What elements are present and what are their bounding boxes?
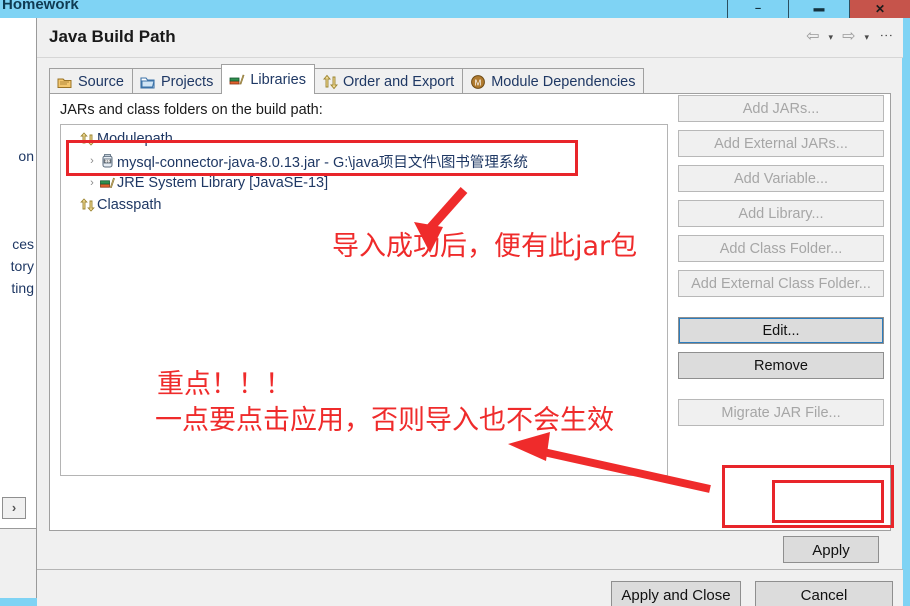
page-title: Java Build Path bbox=[49, 27, 176, 46]
forward-arrow-icon[interactable]: ⇨ bbox=[841, 29, 856, 45]
dialog-footer: Apply and Close Cancel bbox=[37, 570, 903, 606]
jar-file-icon: 010 bbox=[99, 153, 117, 169]
left-panel-fragment: ces bbox=[12, 236, 34, 252]
add-external-jars-button[interactable]: Add External JARs... bbox=[678, 130, 884, 157]
background-left-panel: on ces tory ting › bbox=[0, 18, 37, 528]
background-right-accent bbox=[902, 18, 910, 598]
jre-library-icon bbox=[99, 175, 117, 191]
close-button[interactable]: ✕ bbox=[849, 0, 910, 18]
tab-order-and-export-label: Order and Export bbox=[342, 73, 455, 90]
tree-row[interactable]: Classpath bbox=[65, 194, 161, 216]
classpath-icon bbox=[79, 197, 97, 213]
add-class-folder-button[interactable]: Add Class Folder... bbox=[678, 235, 884, 262]
tree-row[interactable]: › JRE System Library [JavaSE-13] bbox=[85, 172, 328, 194]
back-arrow-icon[interactable]: ⇦ bbox=[805, 29, 820, 45]
dialog-header: Java Build Path ⇦ ▾ ⇨ ▾ ⋮ bbox=[37, 18, 903, 58]
minimize-button[interactable]: – bbox=[727, 0, 788, 18]
maximize-button[interactable]: ▬ bbox=[788, 0, 849, 18]
left-panel-fragment: ting bbox=[11, 280, 34, 296]
tab-source-label: Source bbox=[78, 73, 124, 90]
libraries-books-icon bbox=[229, 72, 245, 88]
button-group-divider bbox=[678, 305, 890, 317]
remove-button[interactable]: Remove bbox=[678, 352, 884, 379]
forward-dropdown-caret-icon[interactable]: ▾ bbox=[860, 32, 873, 42]
ide-title-bar: Homework – ▬ ✕ bbox=[0, 0, 910, 18]
ide-window-title: Homework bbox=[2, 0, 79, 13]
tab-libraries-label: Libraries bbox=[250, 71, 306, 88]
tab-projects[interactable]: Projects bbox=[131, 68, 223, 94]
chevron-down-icon[interactable]: ⌄ bbox=[65, 133, 79, 146]
migrate-jar-file-button[interactable]: Migrate JAR File... bbox=[678, 399, 884, 426]
maximize-icon: ▬ bbox=[813, 2, 825, 15]
window-controls: – ▬ ✕ bbox=[727, 0, 910, 18]
project-folder-icon bbox=[140, 74, 156, 90]
tree-row-label: JRE System Library [JavaSE-13] bbox=[117, 175, 329, 191]
left-panel-fragment: tory bbox=[10, 258, 34, 274]
close-icon: ✕ bbox=[874, 2, 886, 16]
source-folder-icon bbox=[57, 74, 73, 90]
button-group-divider bbox=[678, 387, 890, 399]
add-library-button[interactable]: Add Library... bbox=[678, 200, 884, 227]
chevron-right-icon[interactable]: › bbox=[85, 177, 99, 189]
tab-strip: Source Projects Libraries Order and Expo… bbox=[49, 64, 645, 94]
tree-row[interactable]: ⌄ Modulepath bbox=[65, 128, 173, 150]
back-dropdown-caret-icon[interactable]: ▾ bbox=[825, 32, 838, 42]
overflow-menu-icon[interactable]: ⋮ bbox=[879, 29, 894, 42]
tab-libraries[interactable]: Libraries bbox=[221, 64, 315, 94]
apply-button[interactable]: Apply bbox=[783, 536, 879, 563]
apply-row: Apply bbox=[49, 531, 891, 569]
tab-projects-label: Projects bbox=[160, 73, 214, 90]
tree-row[interactable]: › 010 mysql-connector-java-8.0.13.jar - … bbox=[85, 150, 528, 172]
tree-row-label: Classpath bbox=[97, 197, 162, 213]
modulepath-icon bbox=[79, 131, 97, 147]
tab-module-dependencies-label: Module Dependencies bbox=[491, 73, 636, 90]
tab-source[interactable]: Source bbox=[49, 68, 133, 94]
tab-module-dependencies[interactable]: M Module Dependencies bbox=[462, 68, 645, 94]
chevron-right-icon[interactable]: › bbox=[85, 155, 99, 167]
left-panel-expand-button[interactable]: › bbox=[2, 497, 26, 519]
left-panel-fragment: on bbox=[18, 148, 34, 164]
tree-row-label: mysql-connector-java-8.0.13.jar - G:\jav… bbox=[117, 154, 528, 171]
svg-text:010: 010 bbox=[104, 159, 111, 164]
minimize-icon: – bbox=[754, 2, 762, 15]
java-build-path-dialog: Java Build Path ⇦ ▾ ⇨ ▾ ⋮ Source Project… bbox=[36, 18, 903, 606]
svg-text:M: M bbox=[475, 78, 482, 87]
libraries-tab-panel: JARs and class folders on the build path… bbox=[49, 93, 891, 531]
build-path-tree[interactable]: ⌄ Modulepath › 010 mysql-connector-java-… bbox=[60, 124, 668, 476]
add-jars-button[interactable]: Add JARs... bbox=[678, 95, 884, 122]
tree-row-label: Modulepath bbox=[97, 131, 173, 147]
tab-order-and-export[interactable]: Order and Export bbox=[313, 68, 464, 94]
header-navigation: ⇦ ▾ ⇨ ▾ bbox=[805, 29, 873, 45]
build-path-label: JARs and class folders on the build path… bbox=[60, 102, 323, 118]
screenshot-root: Homework – ▬ ✕ on ces tory ting › Java B… bbox=[0, 0, 910, 606]
order-export-arrows-icon bbox=[322, 74, 338, 90]
add-external-class-folder-button[interactable]: Add External Class Folder... bbox=[678, 270, 884, 297]
edit-button[interactable]: Edit... bbox=[678, 317, 884, 344]
cancel-button[interactable]: Cancel bbox=[755, 581, 893, 606]
module-dependencies-icon: M bbox=[470, 74, 486, 90]
library-actions-column: Add JARs... Add External JARs... Add Var… bbox=[678, 95, 890, 434]
add-variable-button[interactable]: Add Variable... bbox=[678, 165, 884, 192]
apply-and-close-button[interactable]: Apply and Close bbox=[611, 581, 741, 606]
